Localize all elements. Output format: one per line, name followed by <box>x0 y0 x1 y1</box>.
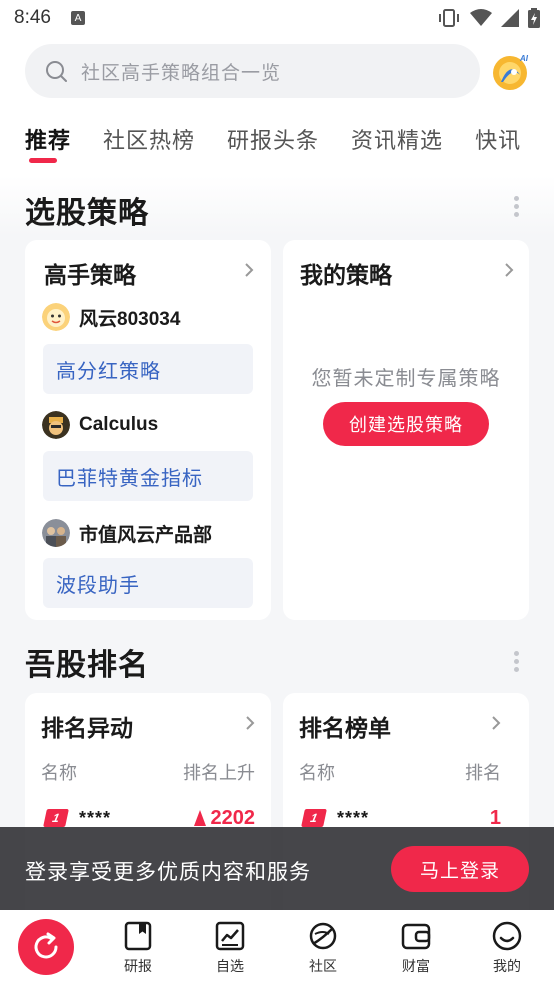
login-prompt-text: 登录享受更多优质内容和服务 <box>25 860 311 884</box>
strategy-pill[interactable]: 巴菲特黄金指标 <box>43 451 253 501</box>
nav-label: 自选 <box>216 959 244 975</box>
create-strategy-button[interactable]: 创建选股策略 <box>323 402 489 446</box>
bookmark-icon <box>124 921 152 951</box>
column-header-rank: 排名 <box>465 763 501 784</box>
avatar <box>42 411 70 439</box>
tab-community-hot[interactable]: 社区热榜 <box>103 123 195 155</box>
status-time: 8:46 <box>14 7 51 28</box>
avatar <box>42 303 70 331</box>
more-icon[interactable] <box>512 651 520 673</box>
search-placeholder: 社区高手策略组合一览 <box>81 61 282 84</box>
section-title-ranking: 吾股排名 <box>25 648 149 683</box>
login-button[interactable]: 马上登录 <box>391 846 529 892</box>
nav-item-wealth[interactable]: 财富 <box>386 920 446 976</box>
stock-name: **** <box>337 807 370 828</box>
expert-row[interactable]: Calculus <box>42 411 158 439</box>
tab-bar: 推荐 社区热榜 研报头条 资讯精选 快讯 <box>0 114 554 164</box>
planet-icon <box>309 922 337 950</box>
rank-badge: 1 <box>301 809 327 827</box>
expert-name: 市值风云产品部 <box>79 524 213 546</box>
section-title-stock-strategy: 选股策略 <box>25 196 149 231</box>
nav-item-community[interactable]: 社区 <box>293 920 353 976</box>
rank-badge: 1 <box>43 809 69 827</box>
expert-row[interactable]: 市值风云产品部 <box>42 519 212 547</box>
nav-label: 研报 <box>124 959 152 975</box>
strategy-pill[interactable]: 波段助手 <box>43 558 253 608</box>
column-header-rank-up: 排名上升 <box>183 763 255 784</box>
main-content: 选股策略 高手策略 风云803034 高分红策略 Calculus 巴菲特黄金指… <box>0 176 554 933</box>
wallet-icon <box>401 923 431 950</box>
tab-recommend[interactable]: 推荐 <box>25 123 71 163</box>
status-bar: 8:46 A <box>0 0 554 36</box>
card-title: 排名榜单 <box>299 716 391 742</box>
signal-icon <box>501 9 519 27</box>
wifi-icon <box>470 9 492 26</box>
strategy-pill[interactable]: 高分红策略 <box>43 344 253 394</box>
nav-label: 财富 <box>402 959 430 975</box>
empty-strategy-text: 您暂未定制专属策略 <box>311 366 501 390</box>
notification-a-icon: A <box>70 11 85 25</box>
card-title: 高手策略 <box>44 263 136 289</box>
refresh-icon <box>34 932 58 959</box>
up-arrow-icon <box>193 810 206 826</box>
chevron-right-icon <box>246 716 255 730</box>
chevron-right-icon <box>505 263 514 277</box>
vibrate-icon <box>439 9 459 27</box>
more-icon[interactable] <box>512 196 520 218</box>
nav-label: 社区 <box>309 959 337 975</box>
bottom-nav: 研报 自选 社区 财富 我的 <box>0 910 554 984</box>
status-icons <box>437 8 540 28</box>
chart-icon <box>215 921 245 951</box>
card-title: 我的策略 <box>300 263 392 289</box>
stock-name: **** <box>79 807 112 828</box>
my-strategy-card[interactable]: 我的策略 您暂未定制专属策略 创建选股策略 <box>283 240 529 620</box>
nav-label: 我的 <box>493 959 521 975</box>
refresh-button[interactable] <box>18 919 74 975</box>
expert-row[interactable]: 风云803034 <box>42 303 180 331</box>
ai-assistant-icon[interactable]: AI <box>491 52 531 92</box>
tab-flash-news[interactable]: 快讯 <box>475 123 521 155</box>
avatar <box>42 519 70 547</box>
card-title: 排名异动 <box>41 716 133 742</box>
search-bar[interactable]: 社区高手策略组合一览 <box>25 44 480 98</box>
svg-text:AI: AI <box>519 54 529 63</box>
tab-research-headlines[interactable]: 研报头条 <box>227 123 319 155</box>
smile-icon <box>492 921 522 951</box>
nav-item-research[interactable]: 研报 <box>108 920 168 976</box>
login-prompt-bar: 登录享受更多优质内容和服务 马上登录 <box>0 827 554 910</box>
chevron-right-icon <box>245 263 254 277</box>
header: 社区高手策略组合一览 AI 推荐 社区热榜 研报头条 资讯精选 快讯 <box>0 36 554 184</box>
nav-item-watchlist[interactable]: 自选 <box>200 920 260 976</box>
battery-icon <box>528 8 540 28</box>
search-icon <box>46 61 67 82</box>
column-header-name: 名称 <box>41 763 77 784</box>
tab-news-selected[interactable]: 资讯精选 <box>351 123 443 155</box>
nav-item-me[interactable]: 我的 <box>477 920 537 976</box>
column-header-name: 名称 <box>299 763 335 784</box>
expert-name: Calculus <box>79 414 159 435</box>
expert-name: 风云803034 <box>79 308 181 330</box>
chevron-right-icon <box>492 716 501 730</box>
expert-strategy-card[interactable]: 高手策略 风云803034 高分红策略 Calculus 巴菲特黄金指标 市值风… <box>25 240 271 620</box>
